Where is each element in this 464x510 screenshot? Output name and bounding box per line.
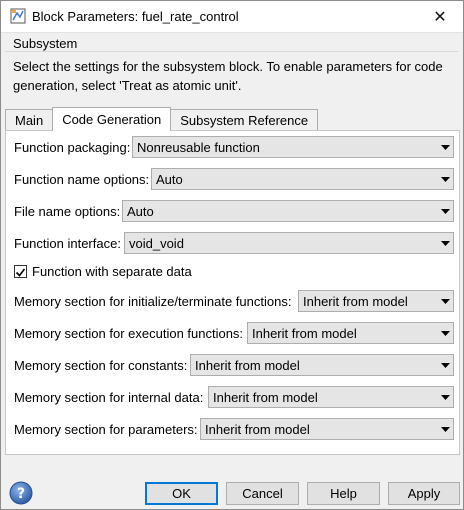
- dialog-window: Block Parameters: fuel_rate_control ✕ Su…: [0, 0, 464, 510]
- help-question-icon[interactable]: ?: [9, 481, 33, 505]
- function-interface-select[interactable]: void_void: [124, 232, 454, 254]
- dropdown-caret-icon: [437, 169, 453, 189]
- dropdown-caret-icon: [437, 355, 453, 375]
- dropdown-caret-icon: [437, 323, 453, 343]
- mem-exec-label: Memory section for execution functions:: [14, 325, 244, 341]
- tab-bar: Main Code Generation Subsystem Reference: [5, 107, 319, 131]
- close-icon: ✕: [433, 8, 447, 26]
- mem-init-term-value: Inherit from model: [303, 293, 408, 309]
- function-packaging-value: Nonreusable function: [137, 139, 260, 155]
- mem-internal-label: Memory section for internal data:: [14, 389, 204, 405]
- file-name-options-label: File name options:: [14, 203, 121, 219]
- mem-internal-row: Memory section for internal data:: [14, 386, 207, 408]
- mem-params-select[interactable]: Inherit from model: [200, 418, 454, 440]
- mem-exec-value: Inherit from model: [252, 325, 357, 341]
- function-packaging-select[interactable]: Nonreusable function: [132, 136, 454, 158]
- function-interface-label: Function interface:: [14, 235, 121, 251]
- group-label: Subsystem: [13, 36, 81, 51]
- mem-params-value: Inherit from model: [205, 421, 310, 437]
- mem-constants-value: Inherit from model: [195, 357, 300, 373]
- dropdown-caret-icon: [437, 201, 453, 221]
- cancel-button[interactable]: Cancel: [226, 482, 299, 505]
- function-name-options-label: Function name options:: [14, 171, 150, 187]
- tab-main[interactable]: Main: [5, 109, 54, 131]
- mem-init-term-label: Memory section for initialize/terminate …: [14, 293, 292, 309]
- dropdown-caret-icon: [437, 291, 453, 311]
- dropdown-caret-icon: [437, 387, 453, 407]
- function-interface-value: void_void: [129, 235, 184, 251]
- tab-subsystem-reference[interactable]: Subsystem Reference: [170, 109, 319, 131]
- separate-data-label: Function with separate data: [32, 264, 192, 279]
- mem-exec-select[interactable]: Inherit from model: [247, 322, 454, 344]
- simulink-block-icon: [10, 8, 26, 24]
- function-interface-row: Function interface:: [14, 232, 125, 254]
- help-button[interactable]: Help: [307, 482, 380, 505]
- dropdown-caret-icon: [437, 233, 453, 253]
- function-packaging-row: Function packaging:: [14, 136, 134, 158]
- mem-internal-select[interactable]: Inherit from model: [208, 386, 454, 408]
- checkmark-icon: [15, 268, 26, 277]
- tab-code-generation[interactable]: Code Generation: [52, 107, 172, 131]
- mem-constants-label: Memory section for constants:: [14, 357, 188, 373]
- mem-init-term-row: Memory section for initialize/terminate …: [14, 290, 295, 312]
- mem-params-row: Memory section for parameters:: [14, 418, 202, 440]
- file-name-options-row: File name options:: [14, 200, 124, 222]
- mem-constants-row: Memory section for constants:: [14, 354, 191, 376]
- title-bar: Block Parameters: fuel_rate_control ✕: [1, 1, 463, 33]
- group-description: Select the settings for the subsystem bl…: [13, 59, 443, 93]
- file-name-options-value: Auto: [127, 203, 154, 219]
- mem-internal-value: Inherit from model: [213, 389, 318, 405]
- dropdown-caret-icon: [437, 419, 453, 439]
- apply-button[interactable]: Apply: [388, 482, 460, 505]
- window-title: Block Parameters: fuel_rate_control: [32, 9, 239, 24]
- function-name-options-row: Function name options:: [14, 168, 153, 190]
- function-packaging-label: Function packaging:: [14, 139, 131, 155]
- function-name-options-value: Auto: [156, 171, 183, 187]
- mem-exec-row: Memory section for execution functions:: [14, 322, 247, 344]
- mem-constants-select[interactable]: Inherit from model: [190, 354, 454, 376]
- function-name-options-select[interactable]: Auto: [151, 168, 454, 190]
- mem-init-term-select[interactable]: Inherit from model: [298, 290, 454, 312]
- code-generation-panel: Function packaging: Nonreusable function…: [5, 130, 460, 455]
- mem-params-label: Memory section for parameters:: [14, 421, 198, 437]
- svg-text:?: ?: [17, 486, 25, 502]
- ok-button[interactable]: OK: [145, 482, 218, 505]
- dropdown-caret-icon: [437, 137, 453, 157]
- file-name-options-select[interactable]: Auto: [122, 200, 454, 222]
- separate-data-checkbox[interactable]: [14, 265, 27, 278]
- close-button[interactable]: ✕: [417, 1, 463, 32]
